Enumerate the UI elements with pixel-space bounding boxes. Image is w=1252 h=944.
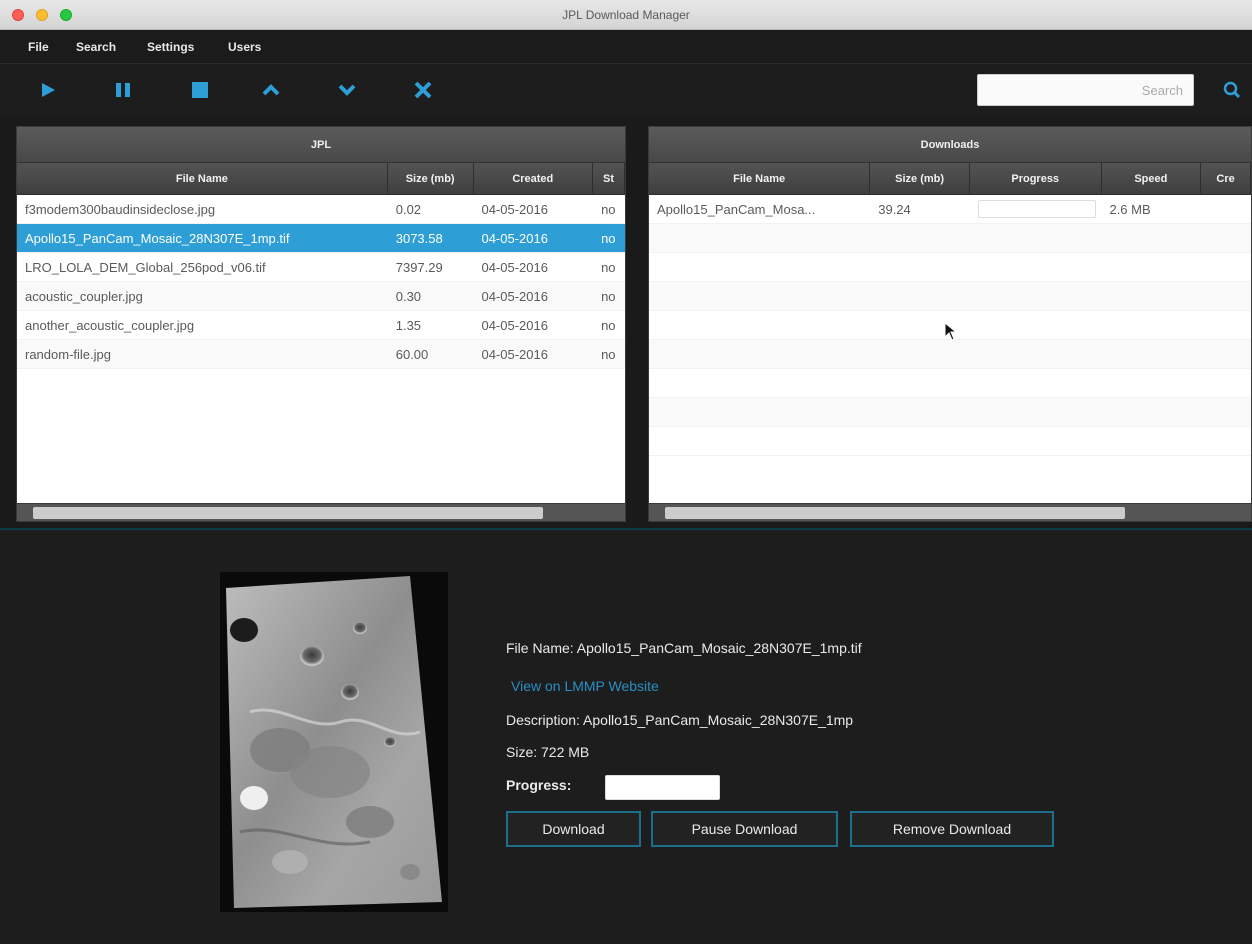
- cell-file-name: Apollo15_PanCam_Mosaic_28N307E_1mp.tif: [25, 230, 290, 246]
- cell-status: no: [601, 259, 616, 275]
- cell-status: no: [601, 288, 616, 304]
- remove-download-button[interactable]: Remove Download: [850, 811, 1054, 847]
- tables-area: JPL File Name Size (mb) Created St f3mod…: [0, 116, 1252, 530]
- scrollbar-thumb[interactable]: [33, 507, 543, 519]
- column-header-file-name[interactable]: File Name: [649, 163, 871, 194]
- stop-button[interactable]: [186, 76, 214, 104]
- cell-created: 04-05-2016: [481, 288, 548, 304]
- cell-size: 60.00: [395, 346, 429, 362]
- cell-progress: [970, 200, 1102, 218]
- cell-created: 04-05-2016: [481, 259, 548, 275]
- pause-download-button[interactable]: Pause Download: [651, 811, 838, 847]
- table-row[interactable]: Apollo15_PanCam_Mosa... 39.24 2.6 MB: [649, 195, 1251, 224]
- cell-file-name: another_acoustic_coupler.jpg: [25, 317, 195, 333]
- cell-size: 0.30: [395, 288, 422, 304]
- menu-file[interactable]: File: [28, 40, 49, 54]
- cell-file-name: acoustic_coupler.jpg: [25, 288, 143, 304]
- window-title: JPL Download Manager: [562, 8, 690, 22]
- column-header-file-name[interactable]: File Name: [17, 163, 388, 194]
- cell-status: no: [601, 201, 616, 217]
- horizontal-scrollbar[interactable]: [649, 503, 1251, 521]
- cell-created: 04-05-2016: [481, 346, 548, 362]
- cell-created: 04-05-2016: [481, 201, 548, 217]
- menu-bar: File Search Settings Users: [0, 30, 1252, 64]
- table-row[interactable]: f3modem300baudinsideclose.jpg 0.02 04-05…: [17, 195, 625, 224]
- table-header: File Name Size (mb) Progress Speed Cre: [649, 163, 1251, 195]
- search-input[interactable]: [977, 74, 1194, 106]
- cell-size: 1.35: [395, 317, 422, 333]
- empty-row: [649, 398, 1251, 427]
- empty-row: [649, 224, 1251, 253]
- move-down-button[interactable]: [333, 76, 361, 104]
- column-header-created[interactable]: Cre: [1201, 163, 1251, 194]
- cell-size: 7397.29: [395, 259, 443, 275]
- progress-bar: [977, 200, 1096, 218]
- empty-row: [649, 253, 1251, 282]
- empty-row: [649, 282, 1251, 311]
- column-header-created[interactable]: Created: [474, 163, 594, 194]
- cell-created: 04-05-2016: [481, 317, 548, 333]
- cell-size: 39.24: [878, 201, 911, 217]
- horizontal-scrollbar[interactable]: [17, 503, 625, 521]
- detail-file-name: File Name: Apollo15_PanCam_Mosaic_28N307…: [506, 640, 862, 656]
- search-icon: [1223, 81, 1241, 99]
- table-row[interactable]: acoustic_coupler.jpg 0.30 04-05-2016 no: [17, 282, 625, 311]
- column-header-size[interactable]: Size (mb): [870, 163, 970, 194]
- chevron-up-icon: [262, 84, 280, 96]
- column-header-speed[interactable]: Speed: [1102, 163, 1202, 194]
- menu-search[interactable]: Search: [76, 40, 116, 54]
- play-icon: [42, 83, 55, 97]
- column-header-status[interactable]: St: [593, 163, 625, 194]
- column-header-progress[interactable]: Progress: [970, 163, 1102, 194]
- cell-file-name: LRO_LOLA_DEM_Global_256pod_v06.tif: [25, 259, 266, 275]
- panel-title: Downloads: [649, 127, 1251, 163]
- cell-size: 0.02: [395, 201, 422, 217]
- cell-file-name: random-file.jpg: [25, 346, 111, 362]
- jpl-table-body: f3modem300baudinsideclose.jpg 0.02 04-05…: [17, 195, 625, 369]
- view-lmmp-link[interactable]: View on LMMP Website: [511, 678, 659, 694]
- detail-description: Description: Apollo15_PanCam_Mosaic_28N3…: [506, 712, 854, 728]
- scrollbar-thumb[interactable]: [665, 507, 1125, 519]
- search-button[interactable]: [1218, 76, 1246, 104]
- empty-row: [649, 369, 1251, 398]
- title-bar: JPL Download Manager: [0, 0, 1252, 30]
- cell-status: no: [601, 317, 616, 333]
- mouse-cursor-icon: [944, 322, 958, 341]
- cell-status: no: [601, 346, 616, 362]
- panel-title: JPL: [17, 127, 625, 163]
- detail-size: Size: 722 MB: [506, 744, 590, 760]
- column-header-size[interactable]: Size (mb): [388, 163, 474, 194]
- table-row[interactable]: random-file.jpg 60.00 04-05-2016 no: [17, 340, 625, 369]
- cell-status: no: [601, 230, 616, 246]
- app-window: JPL Download Manager File Search Setting…: [0, 0, 1252, 944]
- chevron-down-icon: [338, 84, 356, 96]
- empty-row: [649, 340, 1251, 369]
- empty-row: [649, 427, 1251, 456]
- image-preview: [220, 572, 448, 912]
- menu-settings[interactable]: Settings: [147, 40, 194, 54]
- menu-users[interactable]: Users: [228, 40, 261, 54]
- lunar-surface-thumbnail-icon: [226, 576, 442, 908]
- table-header: File Name Size (mb) Created St: [17, 163, 625, 195]
- download-button[interactable]: Download: [506, 811, 641, 847]
- table-row[interactable]: another_acoustic_coupler.jpg 1.35 04-05-…: [17, 311, 625, 340]
- pause-icon: [116, 83, 130, 97]
- cell-speed: 2.6 MB: [1109, 201, 1151, 217]
- play-button[interactable]: [34, 76, 62, 104]
- cell-file-name: f3modem300baudinsideclose.jpg: [25, 201, 216, 217]
- detail-progress-bar: [605, 775, 720, 800]
- table-row[interactable]: LRO_LOLA_DEM_Global_256pod_v06.tif 7397.…: [17, 253, 625, 282]
- close-icon: [414, 81, 432, 99]
- move-up-button[interactable]: [257, 76, 285, 104]
- cell-size: 3073.58: [395, 230, 443, 246]
- table-row-selected[interactable]: Apollo15_PanCam_Mosaic_28N307E_1mp.tif 3…: [17, 224, 625, 253]
- cell-file-name: Apollo15_PanCam_Mosa...: [657, 201, 816, 217]
- progress-label: Progress:: [506, 777, 572, 793]
- stop-icon: [192, 82, 208, 98]
- pause-button[interactable]: [109, 76, 137, 104]
- cell-created: 04-05-2016: [481, 230, 548, 246]
- cancel-button[interactable]: [409, 76, 437, 104]
- file-detail-panel: File Name: Apollo15_PanCam_Mosaic_28N307…: [0, 532, 1252, 944]
- jpl-files-panel: JPL File Name Size (mb) Created St f3mod…: [16, 126, 626, 522]
